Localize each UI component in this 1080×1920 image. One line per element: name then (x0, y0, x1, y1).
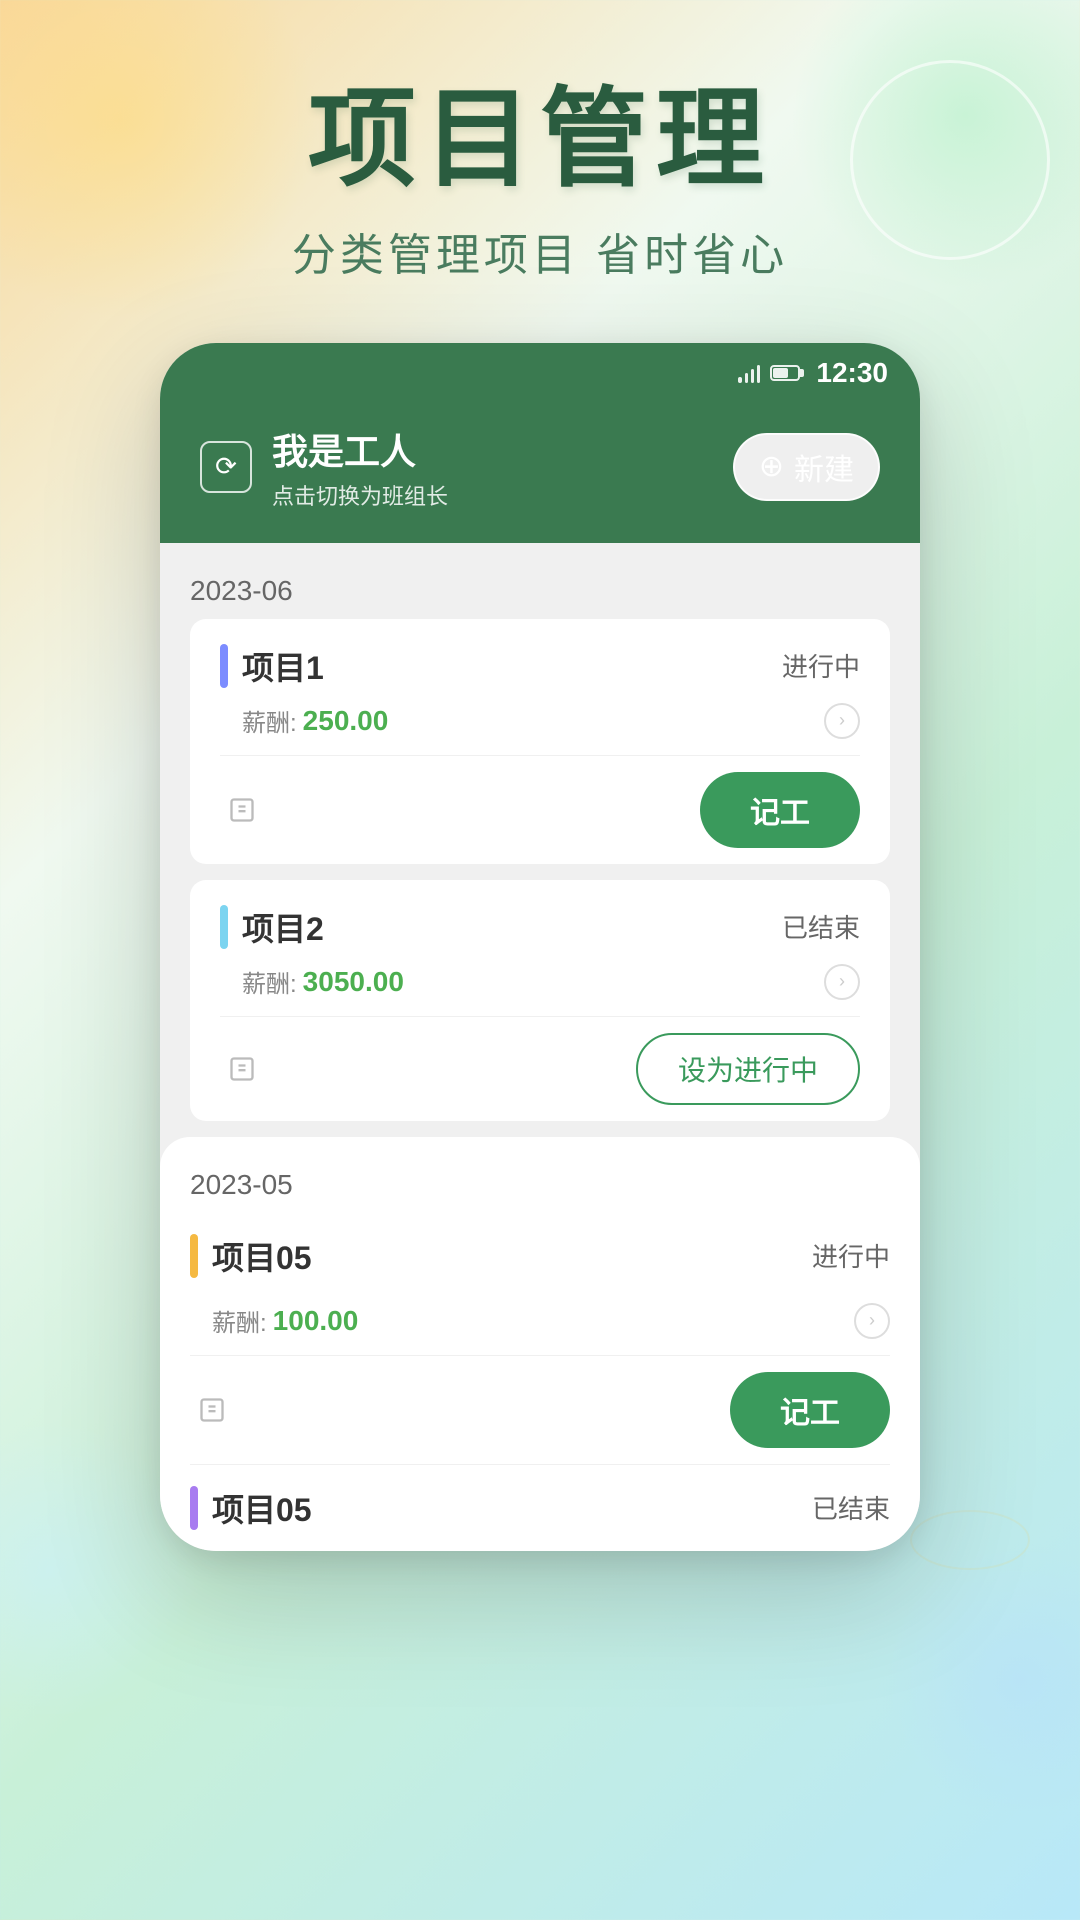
header-left: ⟳ 我是工人 点击切换为班组长 (200, 423, 448, 511)
status-badge: 进行中 (782, 647, 860, 684)
salary-value: 3050.00 (303, 966, 404, 998)
page-title: 项目管理 (308, 80, 772, 199)
salary-label: 薪酬: (242, 703, 297, 738)
header-username: 我是工人 (272, 423, 448, 475)
edit-icon-button[interactable] (190, 1388, 234, 1432)
project-card-0-1: 项目2 已结束 薪酬: 3050.00 › (190, 880, 890, 1121)
project-name: 项目05 (212, 1485, 312, 1531)
header-user-info: 我是工人 点击切换为班组长 (272, 423, 448, 511)
month-label-0: 2023-06 (190, 563, 890, 619)
salary-value: 250.00 (303, 705, 389, 737)
salary-label: 薪酬: (242, 964, 297, 999)
project-color-bar (190, 1486, 198, 1530)
plus-icon: ⊕ (759, 449, 784, 484)
project-card-0-0: 项目1 进行中 薪酬: 250.00 › (190, 619, 890, 864)
salary-label: 薪酬: (212, 1303, 267, 1338)
project-card-1-1: 项目05 已结束 (190, 1464, 890, 1531)
month-section-0: 2023-06 项目1 进行中 薪酬: (160, 543, 920, 1121)
status-badge: 已结束 (782, 908, 860, 945)
content-area: 2023-06 项目1 进行中 薪酬: (160, 543, 920, 1551)
log-work-button-2[interactable]: 记工 (730, 1372, 890, 1448)
status-time: 12:30 (816, 357, 888, 389)
project-name: 项目1 (242, 643, 324, 689)
status-bar: 12:30 (160, 343, 920, 399)
status-icons (738, 363, 800, 383)
switch-role-icon[interactable]: ⟳ (200, 441, 252, 493)
edit-icon-button[interactable] (220, 1047, 264, 1091)
header-switch-hint: 点击切换为班组长 (272, 479, 448, 511)
project-card-1-0: 项目05 进行中 薪酬: 100.00 › (190, 1213, 890, 1464)
status-badge: 进行中 (812, 1237, 890, 1274)
project-color-bar (220, 644, 228, 688)
project-name-row: 项目05 (190, 1485, 312, 1531)
project-name-row: 项目2 (220, 904, 324, 950)
lower-section: 2023-05 项目05 进行中 薪酬: (160, 1137, 920, 1551)
battery-icon (770, 365, 800, 381)
new-btn-label: 新建 (794, 445, 854, 489)
page-subtitle: 分类管理项目 省时省心 (292, 219, 788, 283)
project-name-row: 项目1 (220, 643, 324, 689)
status-badge: 已结束 (812, 1489, 890, 1526)
new-project-button[interactable]: ⊕ 新建 (733, 433, 880, 501)
phone-mockup: 12:30 ⟳ 我是工人 点击切换为班组长 ⊕ 新建 (160, 343, 920, 1551)
project-detail-arrow[interactable]: › (824, 703, 860, 739)
salary-value: 100.00 (273, 1305, 359, 1337)
month-label-1: 2023-05 (190, 1157, 890, 1213)
project-detail-arrow[interactable]: › (854, 1303, 890, 1339)
log-work-button[interactable]: 记工 (700, 772, 860, 848)
project-name-row: 项目05 (190, 1233, 312, 1279)
project-color-bar (220, 905, 228, 949)
edit-icon-button[interactable] (220, 788, 264, 832)
set-active-button[interactable]: 设为进行中 (636, 1033, 860, 1105)
project-color-bar (190, 1234, 198, 1278)
signal-icon (738, 363, 760, 383)
project-name: 项目2 (242, 904, 324, 950)
app-header: ⟳ 我是工人 点击切换为班组长 ⊕ 新建 (160, 399, 920, 543)
project-detail-arrow[interactable]: › (824, 964, 860, 1000)
project-name: 项目05 (212, 1233, 312, 1279)
